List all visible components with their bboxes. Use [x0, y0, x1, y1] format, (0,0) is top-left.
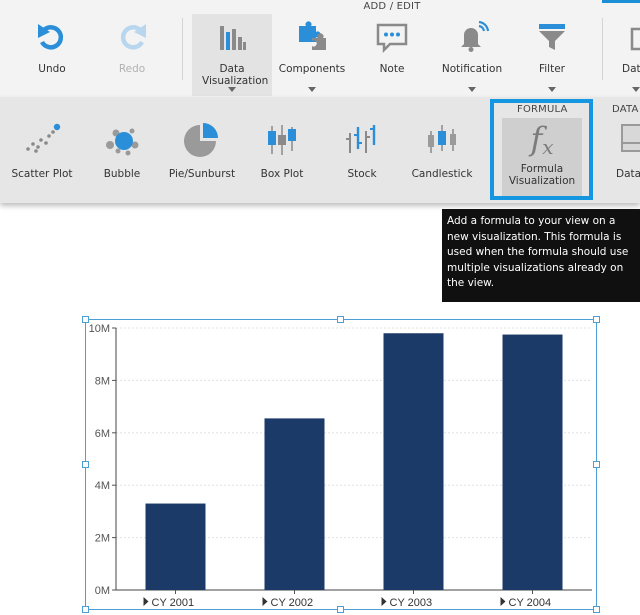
- y-tick-label: 4M: [95, 480, 110, 492]
- bar: [502, 334, 563, 590]
- expand-arrow-icon: [500, 597, 506, 606]
- x-tick-label: CY 2004: [509, 597, 552, 609]
- y-tick-label: 0M: [95, 585, 110, 597]
- bar: [145, 503, 206, 590]
- expand-arrow-icon: [262, 597, 268, 606]
- expand-arrow-icon: [381, 597, 387, 606]
- x-tick-label: CY 2003: [390, 597, 433, 609]
- bar: [264, 418, 325, 590]
- x-tick-label: CY 2001: [152, 597, 195, 609]
- y-tick-label: 2M: [95, 533, 110, 545]
- x-tick-label: CY 2002: [271, 597, 314, 609]
- y-tick-label: 8M: [95, 375, 110, 387]
- bar: [383, 333, 444, 590]
- y-tick-label: 6M: [95, 428, 110, 440]
- y-tick-label: 10M: [89, 323, 110, 335]
- bar-chart: 0M 2M 4M 6M 8M 10M CY 2001 CY 2002 CY 2003 CY 200…: [89, 323, 592, 609]
- expand-arrow-icon: [143, 597, 149, 606]
